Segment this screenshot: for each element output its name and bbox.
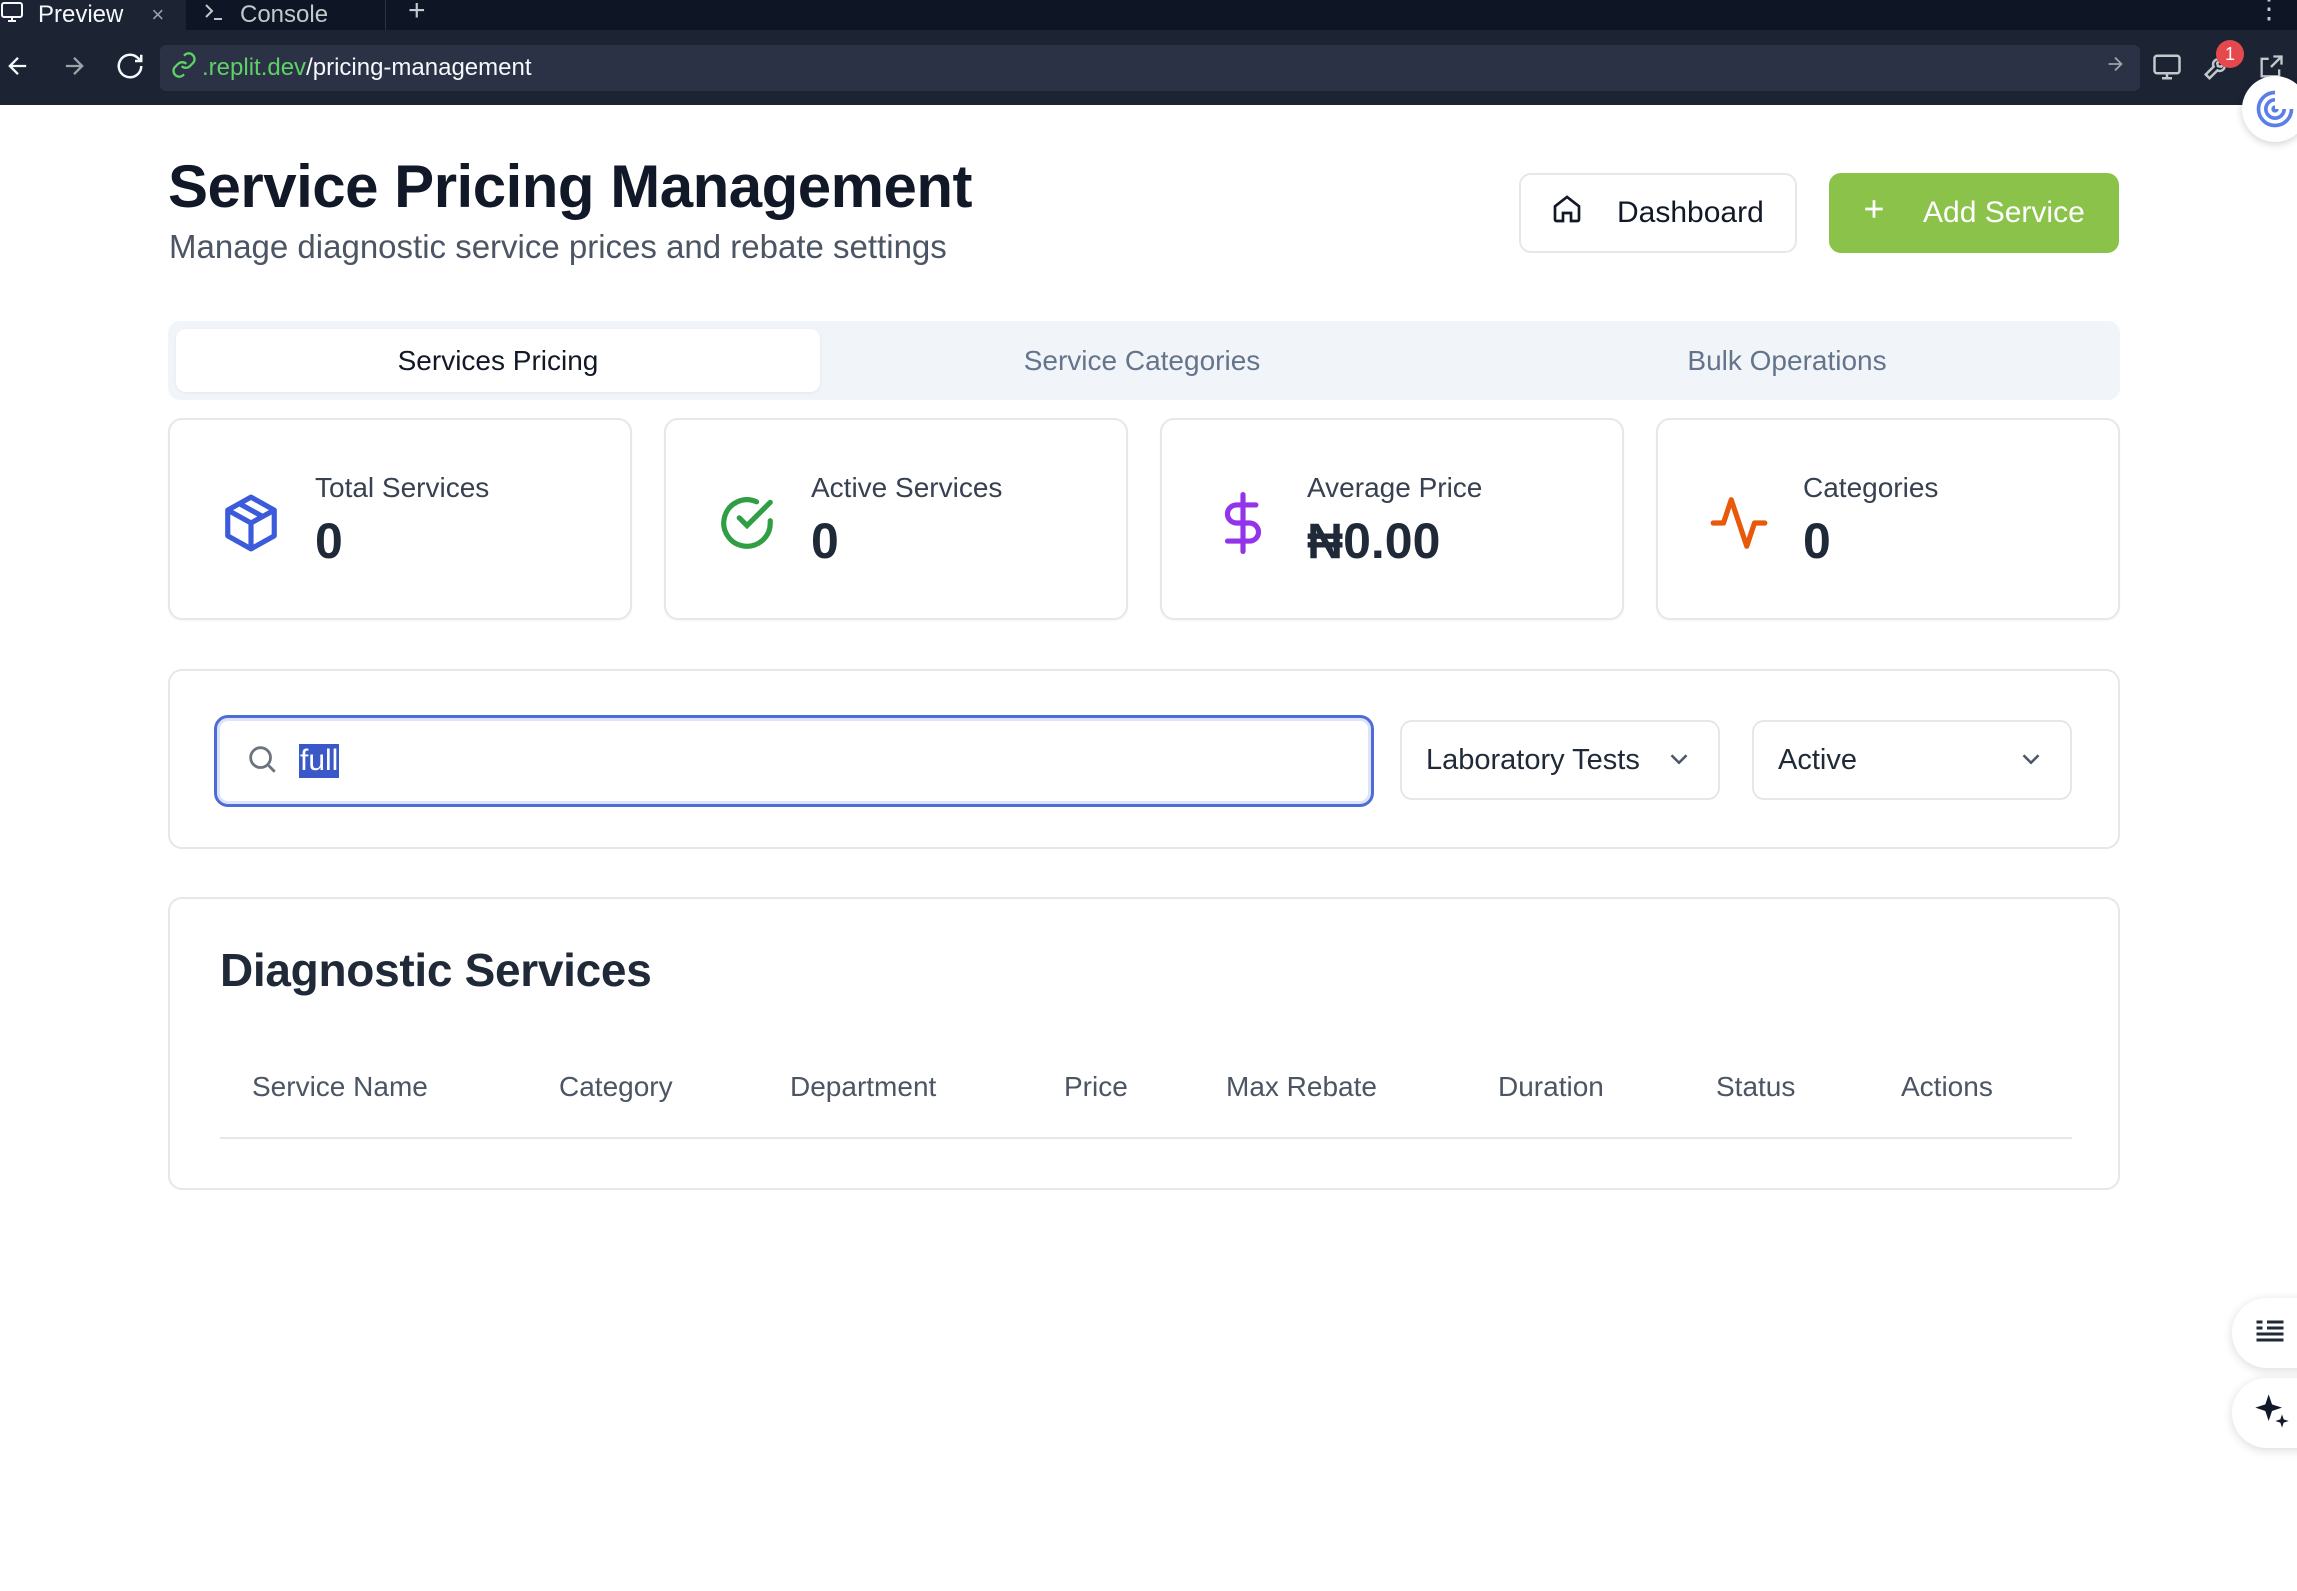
browser-chrome: Preview × Console + ⋮ .replit.dev/pricin…	[0, 0, 2297, 105]
tab-preview[interactable]: Preview ×	[0, 0, 186, 30]
notification-badge: 1	[2216, 40, 2244, 68]
tab-console-label: Console	[240, 1, 329, 28]
column-header-duration[interactable]: Duration	[1498, 1071, 1604, 1103]
url-domain: .replit.dev	[202, 54, 307, 81]
stat-value: ₦0.00	[1307, 513, 1441, 569]
monitor-icon	[0, 0, 24, 30]
check-circle-icon	[716, 492, 778, 554]
table-title: Diagnostic Services	[220, 944, 652, 996]
search-input[interactable]: full	[214, 715, 1374, 807]
quote-list-icon	[2252, 1313, 2288, 1354]
ai-sparkle-button[interactable]	[2232, 1378, 2297, 1448]
stat-label: Total Services	[315, 472, 490, 503]
category-select[interactable]: Laboratory Tests	[1400, 720, 1720, 800]
link-icon	[170, 51, 202, 86]
dashboard-button-label: Dashboard	[1617, 196, 1764, 229]
device-preview-icon[interactable]	[2150, 50, 2184, 84]
url-path: /pricing-management	[306, 54, 532, 81]
page-title: Service Pricing Management	[168, 153, 972, 220]
column-header-category[interactable]: Category	[559, 1071, 673, 1103]
column-header-max-rebate[interactable]: Max Rebate	[1226, 1071, 1377, 1103]
stat-label: Average Price	[1307, 472, 1483, 503]
home-icon	[1551, 193, 1583, 233]
add-service-button-label: Add Service	[1923, 196, 2085, 229]
services-table-card: Diagnostic Services Service Name Categor…	[168, 897, 2120, 1190]
browser-tabstrip: Preview × Console + ⋮	[0, 0, 2297, 30]
close-icon[interactable]: ×	[151, 2, 164, 28]
search-icon	[245, 742, 279, 781]
add-service-button[interactable]: Add Service	[1829, 173, 2119, 253]
stat-card-average-price: Average Price ₦0.00	[1160, 418, 1624, 620]
stat-card-categories: Categories 0	[1656, 418, 2120, 620]
forward-icon[interactable]	[56, 48, 92, 84]
column-header-department[interactable]: Department	[790, 1071, 936, 1103]
status-select-value: Active	[1778, 743, 1857, 776]
dollar-sign-icon	[1212, 492, 1274, 554]
stat-value: 0	[811, 513, 839, 569]
stat-label: Categories	[1803, 472, 1939, 503]
dashboard-button[interactable]: Dashboard	[1519, 173, 1797, 253]
terminal-icon	[202, 0, 226, 30]
tab-console[interactable]: Console	[190, 0, 386, 30]
column-header-actions[interactable]: Actions	[1901, 1071, 1993, 1103]
stat-label: Active Services	[811, 472, 1003, 503]
chevron-down-icon	[2016, 744, 2046, 774]
column-header-price[interactable]: Price	[1064, 1071, 1128, 1103]
url-bar[interactable]: .replit.dev/pricing-management	[160, 45, 2140, 91]
stat-value: 0	[1803, 513, 1831, 569]
go-arrow-icon[interactable]	[2104, 53, 2126, 82]
tab-services-pricing[interactable]: Services Pricing	[176, 329, 820, 392]
tab-bulk-operations[interactable]: Bulk Operations	[1465, 329, 2109, 392]
package-icon	[220, 492, 282, 554]
category-select-value: Laboratory Tests	[1426, 743, 1640, 776]
more-options-icon[interactable]: ⋮	[2255, 0, 2283, 25]
tab-service-categories[interactable]: Service Categories	[820, 329, 1464, 392]
column-header-service-name[interactable]: Service Name	[252, 1071, 428, 1103]
column-header-status[interactable]: Status	[1716, 1071, 1795, 1103]
new-tab-button[interactable]: +	[408, 0, 426, 28]
sparkle-icon	[2252, 1391, 2292, 1436]
tab-preview-label: Preview	[38, 1, 124, 28]
chevron-down-icon	[1664, 744, 1694, 774]
stat-card-active-services: Active Services 0	[664, 418, 1128, 620]
reload-icon[interactable]	[112, 48, 148, 84]
pricing-tabs: Services Pricing Service Categories Bulk…	[168, 321, 2120, 400]
stat-card-total-services: Total Services 0	[168, 418, 632, 620]
search-input-value[interactable]: full	[299, 744, 340, 778]
filter-card: full Laboratory Tests Active	[168, 669, 2120, 849]
stat-value: 0	[315, 513, 343, 569]
status-select[interactable]: Active	[1752, 720, 2072, 800]
activity-icon	[1708, 492, 1770, 554]
back-icon[interactable]	[0, 48, 36, 84]
feedback-quote-button[interactable]	[2232, 1298, 2297, 1368]
assistant-swirl-icon[interactable]	[2242, 76, 2297, 142]
plus-icon	[1859, 194, 1889, 232]
page-subtitle: Manage diagnostic service prices and reb…	[169, 228, 947, 265]
table-header-row: Service Name Category Department Price M…	[220, 1039, 2072, 1139]
